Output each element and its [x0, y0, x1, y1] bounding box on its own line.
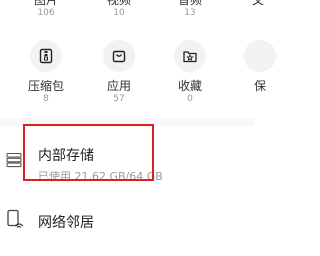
category-videos[interactable]: 视频 10 — [94, 0, 144, 19]
category-images[interactable]: 图片 106 — [21, 0, 71, 19]
category-label: 文 — [251, 0, 264, 7]
internal-storage-title: 内部存储 — [38, 148, 94, 164]
category-label: 压缩包 — [27, 79, 64, 93]
category-count: 8 — [43, 94, 49, 104]
category-apps[interactable]: 应用 57 — [91, 40, 147, 105]
top-category-row: 图片 106 视频 10 音频 13 文 — [0, 0, 264, 22]
category-label: 图片 — [33, 0, 58, 7]
category-favorites[interactable]: 收藏 0 — [162, 40, 218, 105]
category-grid-row: 压缩包 8 应用 57 收藏 0 保 — [0, 40, 276, 112]
category-count: 10 — [113, 8, 125, 18]
internal-storage-usage: 已使用 21.62 GB/64 GB — [38, 170, 163, 183]
app-bag-icon — [103, 40, 135, 72]
network-neighborhood-label: 网络邻居 — [38, 215, 94, 231]
category-audio[interactable]: 音频 13 — [165, 0, 215, 19]
category-documents[interactable]: 文 — [233, 0, 283, 7]
category-count: 106 — [37, 8, 55, 18]
category-count: 57 — [113, 94, 125, 104]
category-label: 收藏 — [177, 79, 202, 93]
archive-icon — [30, 40, 62, 72]
category-safe[interactable]: 保 — [232, 40, 288, 94]
category-archives[interactable]: 压缩包 8 — [18, 40, 74, 105]
category-label: 保 — [253, 79, 266, 93]
internal-storage-icon — [6, 152, 22, 172]
category-label: 视频 — [106, 0, 131, 7]
category-label: 音频 — [177, 0, 202, 7]
category-label: 应用 — [106, 79, 131, 93]
network-neighborhood-icon — [6, 209, 24, 233]
safe-icon — [244, 40, 276, 72]
network-neighborhood-item[interactable]: 网络邻居 — [0, 200, 254, 240]
category-count: 13 — [184, 8, 196, 18]
category-count: 0 — [187, 94, 193, 104]
favorites-star-icon — [174, 40, 206, 72]
internal-storage-item[interactable]: 内部存储 已使用 21.62 GB/64 GB — [0, 126, 254, 188]
section-divider — [0, 118, 254, 126]
